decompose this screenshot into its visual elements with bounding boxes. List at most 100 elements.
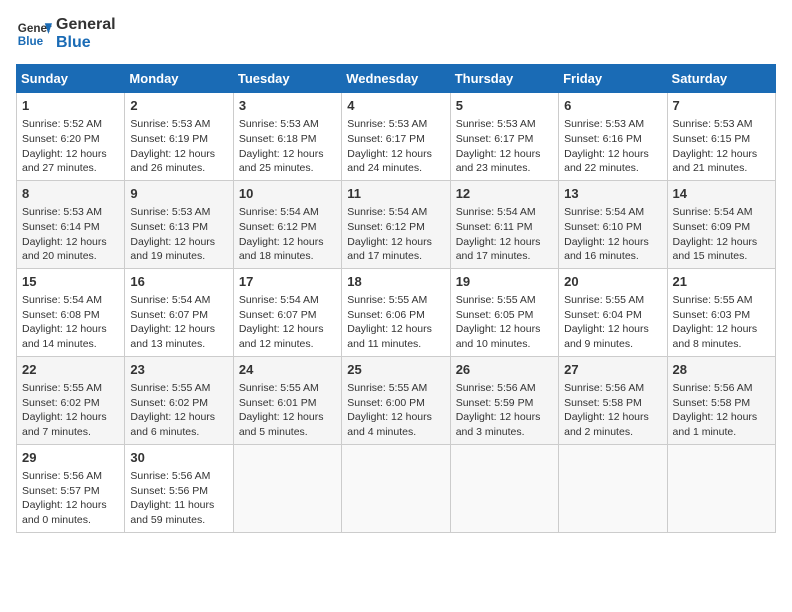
sunrise-label: Sunrise: 5:55 AM [456,294,536,306]
sunrise-label: Sunrise: 5:53 AM [673,118,753,130]
daylight-label: Daylight: 12 hours and 18 minutes. [239,236,324,263]
sunset-label: Sunset: 6:00 PM [347,397,425,409]
calendar-cell: 11 Sunrise: 5:54 AM Sunset: 6:12 PM Dayl… [342,180,450,268]
day-number: 17 [239,273,336,291]
sunrise-label: Sunrise: 5:56 AM [673,382,753,394]
sunrise-label: Sunrise: 5:54 AM [564,206,644,218]
daylight-label: Daylight: 12 hours and 16 minutes. [564,236,649,263]
sunrise-label: Sunrise: 5:55 AM [564,294,644,306]
day-number: 23 [130,361,227,379]
sunrise-label: Sunrise: 5:56 AM [130,470,210,482]
calendar-cell: 14 Sunrise: 5:54 AM Sunset: 6:09 PM Dayl… [667,180,775,268]
sunrise-label: Sunrise: 5:54 AM [239,294,319,306]
sunset-label: Sunset: 5:57 PM [22,485,100,497]
day-number: 24 [239,361,336,379]
day-number: 19 [456,273,553,291]
sunset-label: Sunset: 6:15 PM [673,133,751,145]
sunset-label: Sunset: 5:58 PM [564,397,642,409]
day-number: 5 [456,97,553,115]
calendar-cell: 1 Sunrise: 5:52 AM Sunset: 6:20 PM Dayli… [17,93,125,181]
calendar-cell: 28 Sunrise: 5:56 AM Sunset: 5:58 PM Dayl… [667,356,775,444]
page-header: General Blue General Blue [16,16,776,52]
sunset-label: Sunset: 6:13 PM [130,221,208,233]
calendar-cell: 5 Sunrise: 5:53 AM Sunset: 6:17 PM Dayli… [450,93,558,181]
calendar-cell: 13 Sunrise: 5:54 AM Sunset: 6:10 PM Dayl… [559,180,667,268]
calendar-cell: 8 Sunrise: 5:53 AM Sunset: 6:14 PM Dayli… [17,180,125,268]
daylight-label: Daylight: 12 hours and 11 minutes. [347,323,432,350]
sunrise-label: Sunrise: 5:54 AM [239,206,319,218]
calendar-cell: 18 Sunrise: 5:55 AM Sunset: 6:06 PM Dayl… [342,268,450,356]
sunset-label: Sunset: 6:10 PM [564,221,642,233]
sunset-label: Sunset: 6:09 PM [673,221,751,233]
day-number: 21 [673,273,770,291]
sunset-label: Sunset: 6:17 PM [347,133,425,145]
calendar-cell: 26 Sunrise: 5:56 AM Sunset: 5:59 PM Dayl… [450,356,558,444]
daylight-label: Daylight: 12 hours and 27 minutes. [22,148,107,175]
day-number: 13 [564,185,661,203]
sunset-label: Sunset: 6:04 PM [564,309,642,321]
sunrise-label: Sunrise: 5:54 AM [130,294,210,306]
sunset-label: Sunset: 6:05 PM [456,309,534,321]
daylight-label: Daylight: 12 hours and 7 minutes. [22,411,107,438]
daylight-label: Daylight: 12 hours and 2 minutes. [564,411,649,438]
daylight-label: Daylight: 12 hours and 14 minutes. [22,323,107,350]
day-number: 10 [239,185,336,203]
calendar-cell: 17 Sunrise: 5:54 AM Sunset: 6:07 PM Dayl… [233,268,341,356]
day-number: 26 [456,361,553,379]
calendar-cell: 12 Sunrise: 5:54 AM Sunset: 6:11 PM Dayl… [450,180,558,268]
daylight-label: Daylight: 12 hours and 3 minutes. [456,411,541,438]
daylight-label: Daylight: 12 hours and 21 minutes. [673,148,758,175]
sunrise-label: Sunrise: 5:53 AM [239,118,319,130]
col-header-sunday: Sunday [17,65,125,93]
day-number: 16 [130,273,227,291]
sunrise-label: Sunrise: 5:55 AM [239,382,319,394]
calendar-cell: 3 Sunrise: 5:53 AM Sunset: 6:18 PM Dayli… [233,93,341,181]
daylight-label: Daylight: 12 hours and 5 minutes. [239,411,324,438]
calendar-cell: 7 Sunrise: 5:53 AM Sunset: 6:15 PM Dayli… [667,93,775,181]
day-number: 27 [564,361,661,379]
calendar-cell: 9 Sunrise: 5:53 AM Sunset: 6:13 PM Dayli… [125,180,233,268]
calendar-cell: 15 Sunrise: 5:54 AM Sunset: 6:08 PM Dayl… [17,268,125,356]
sunrise-label: Sunrise: 5:55 AM [347,294,427,306]
col-header-saturday: Saturday [667,65,775,93]
sunrise-label: Sunrise: 5:55 AM [22,382,102,394]
day-number: 9 [130,185,227,203]
sunset-label: Sunset: 6:07 PM [130,309,208,321]
daylight-label: Daylight: 12 hours and 20 minutes. [22,236,107,263]
sunset-label: Sunset: 6:02 PM [22,397,100,409]
sunrise-label: Sunrise: 5:54 AM [347,206,427,218]
day-number: 12 [456,185,553,203]
calendar-table: SundayMondayTuesdayWednesdayThursdayFrid… [16,64,776,533]
sunset-label: Sunset: 6:19 PM [130,133,208,145]
col-header-friday: Friday [559,65,667,93]
daylight-label: Daylight: 12 hours and 12 minutes. [239,323,324,350]
sunrise-label: Sunrise: 5:55 AM [347,382,427,394]
sunset-label: Sunset: 6:20 PM [22,133,100,145]
calendar-cell [667,444,775,532]
sunset-label: Sunset: 5:59 PM [456,397,534,409]
calendar-cell: 21 Sunrise: 5:55 AM Sunset: 6:03 PM Dayl… [667,268,775,356]
sunrise-label: Sunrise: 5:53 AM [22,206,102,218]
sunrise-label: Sunrise: 5:54 AM [456,206,536,218]
day-number: 2 [130,97,227,115]
daylight-label: Daylight: 12 hours and 22 minutes. [564,148,649,175]
sunset-label: Sunset: 6:08 PM [22,309,100,321]
daylight-label: Daylight: 12 hours and 25 minutes. [239,148,324,175]
sunrise-label: Sunrise: 5:55 AM [673,294,753,306]
sunrise-label: Sunrise: 5:53 AM [564,118,644,130]
col-header-tuesday: Tuesday [233,65,341,93]
sunset-label: Sunset: 6:01 PM [239,397,317,409]
daylight-label: Daylight: 12 hours and 10 minutes. [456,323,541,350]
day-number: 28 [673,361,770,379]
sunrise-label: Sunrise: 5:53 AM [347,118,427,130]
calendar-cell: 25 Sunrise: 5:55 AM Sunset: 6:00 PM Dayl… [342,356,450,444]
day-number: 7 [673,97,770,115]
daylight-label: Daylight: 12 hours and 1 minute. [673,411,758,438]
calendar-cell [233,444,341,532]
svg-text:Blue: Blue [18,35,44,48]
calendar-cell: 6 Sunrise: 5:53 AM Sunset: 6:16 PM Dayli… [559,93,667,181]
daylight-label: Daylight: 11 hours and 59 minutes. [130,499,214,526]
daylight-label: Daylight: 12 hours and 9 minutes. [564,323,649,350]
day-number: 6 [564,97,661,115]
day-number: 30 [130,449,227,467]
